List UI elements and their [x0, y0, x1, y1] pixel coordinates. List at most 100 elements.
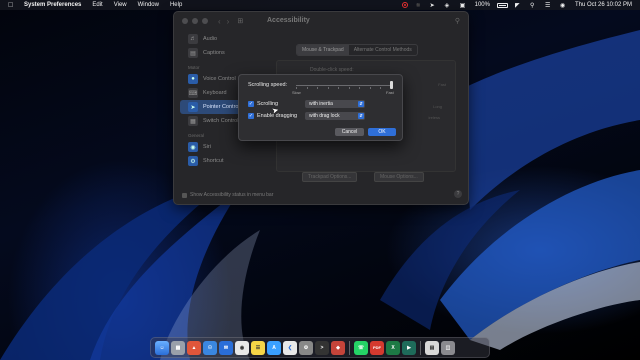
sidebar-item-siri[interactable]: ◉ Siri	[180, 140, 260, 154]
sidebar-item-audio[interactable]: ♬ Audio	[180, 32, 260, 46]
mail-icon[interactable]: ✉	[219, 340, 233, 355]
sidebar-section-motor: Motor	[188, 65, 200, 70]
app-red-icon[interactable]: ◆	[331, 340, 345, 355]
app-teal-icon[interactable]: ▶	[402, 340, 416, 355]
cancel-button[interactable]: Cancel	[335, 128, 364, 136]
chevron-updown-icon: ⇵	[358, 113, 364, 119]
trash-icon[interactable]: ◫	[441, 340, 455, 355]
enable-dragging-checkbox[interactable]: ✓	[248, 113, 254, 119]
battery-icon[interactable]	[496, 2, 508, 8]
sidebar-item-label: Pointer Control	[203, 104, 240, 110]
title-bar: ‹ › ⊞ Accessibility ⚲	[174, 12, 468, 30]
whatsapp-icon[interactable]: ☏	[354, 340, 368, 355]
show-all-grid-icon[interactable]: ⊞	[237, 17, 243, 25]
scrolling-mode-popup[interactable]: with inertia ⇵	[305, 100, 365, 108]
captions-icon: ▤	[188, 48, 198, 58]
switch-icon: ▦	[188, 116, 198, 126]
show-status-label: Show Accessibility status in menu bar	[190, 192, 274, 198]
dock-separator	[420, 340, 421, 355]
scrolling-checkbox[interactable]: ✓	[248, 101, 254, 107]
keyboard-icon: ⌨	[188, 88, 198, 98]
ok-button[interactable]: OK	[368, 128, 396, 136]
menu-edit[interactable]: Edit	[92, 2, 102, 8]
launchpad-icon[interactable]: ▦	[171, 340, 185, 355]
double-click-label: Double-click speed:	[310, 67, 354, 73]
slider-fast-label: Fast	[386, 90, 394, 95]
sidebar-item-shortcut[interactable]: ⚙ Shortcut	[180, 154, 260, 168]
screen-record-icon[interactable]	[401, 2, 408, 8]
trackpad-options-button[interactable]: Trackpad Options...	[302, 172, 358, 182]
siri-icon: ◉	[188, 142, 198, 152]
sidebar-item-label: Keyboard	[203, 90, 227, 96]
shortcut-icon: ⚙	[188, 156, 198, 166]
close-button[interactable]	[182, 18, 188, 24]
dock: ☺ ▦ ▲ ☉ ✉ ◉ ☰ A ❮ ⚙ > ◆ ☏ PDF X ▶ ▤ ◫	[150, 337, 490, 358]
apple-icon[interactable]: 	[8, 2, 16, 9]
system-preferences-icon[interactable]: ⚙	[299, 340, 313, 355]
terminal-icon[interactable]: >	[315, 340, 329, 355]
back-arrow-icon[interactable]: ‹	[218, 17, 221, 26]
menu-clock[interactable]: Thu Oct 26 10:02 PM	[575, 2, 632, 8]
app-store-icon[interactable]: A	[267, 340, 281, 355]
minimize-button[interactable]	[192, 18, 198, 24]
window-search-icon[interactable]: ⚲	[455, 17, 460, 25]
control-center-icon[interactable]: ☰	[545, 2, 553, 9]
search-icon[interactable]: ⚲	[530, 2, 538, 9]
sidebar-item-captions[interactable]: ▤ Captions	[180, 46, 260, 60]
pointer-icon: ➤	[188, 102, 198, 112]
menu-bar:  System Preferences Edit View Window He…	[0, 0, 640, 10]
menu-app-name[interactable]: System Preferences	[24, 2, 81, 8]
display-icon[interactable]: ▣	[460, 2, 468, 9]
dragging-mode-popup[interactable]: with drag lock ⇵	[305, 112, 365, 120]
menu-window[interactable]: Window	[138, 2, 159, 8]
show-status-checkbox[interactable]	[182, 192, 187, 198]
window-title: Accessibility	[267, 17, 310, 24]
sidebar-item-label: Voice Control	[203, 76, 236, 82]
speaker-icon: ♬	[188, 34, 198, 44]
notes-icon[interactable]: ☰	[251, 340, 265, 355]
wireless-label: ireless	[428, 115, 440, 120]
tab-segmented-control: Mouse & Trackpad Alternate Control Metho…	[296, 44, 418, 56]
menu-view[interactable]: View	[114, 2, 127, 8]
forward-arrow-icon[interactable]: ›	[227, 17, 230, 26]
slider-ticks	[296, 87, 392, 89]
dock-separator	[349, 340, 350, 355]
wifi-icon[interactable]: ◤	[515, 2, 523, 9]
mouse-options-button[interactable]: Mouse Options...	[374, 172, 424, 182]
document-icon[interactable]: ▤	[425, 340, 439, 355]
spring-loading-long-label: Long	[433, 104, 442, 109]
sidebar-item-label: Siri	[203, 144, 211, 150]
mouse-options-sheet: Scrolling speed: Slow Fast ✓ Scrolling w…	[238, 74, 403, 141]
scrolling-speed-label: Scrolling speed:	[248, 82, 288, 88]
excel-icon[interactable]: X	[386, 340, 400, 355]
double-click-fast-label: Fast	[438, 82, 446, 87]
sidebar-item-label: Shortcut	[203, 158, 224, 164]
menu-extra-icon[interactable]: ◾	[415, 2, 423, 9]
tab-alternate-control[interactable]: Alternate Control Methods	[349, 45, 417, 55]
scrolling-speed-knob[interactable]	[390, 81, 393, 89]
dragging-mode-value: with drag lock	[309, 113, 340, 119]
safari-icon[interactable]: ☉	[203, 340, 217, 355]
brave-icon[interactable]: ▲	[187, 340, 201, 355]
chevron-updown-icon: ⇵	[358, 101, 364, 107]
voice-control-icon: ●	[188, 74, 198, 84]
pdf-icon[interactable]: PDF	[370, 340, 384, 355]
vscode-icon[interactable]: ❮	[283, 340, 297, 355]
zoom-button[interactable]	[202, 18, 208, 24]
battery-percent: 100%	[474, 2, 490, 8]
sidebar-item-label: Switch Control	[203, 118, 239, 124]
scrolling-mode-value: with inertia	[309, 101, 333, 107]
help-button[interactable]: ?	[454, 190, 462, 198]
menu-help[interactable]: Help	[170, 2, 182, 8]
dropbox-icon[interactable]: ◈	[445, 2, 453, 9]
sidebar-item-label: Audio	[203, 36, 218, 42]
siri-menu-icon[interactable]: ◉	[560, 2, 568, 9]
slider-slow-label: Slow	[292, 90, 301, 95]
sidebar-item-label: Captions	[203, 50, 225, 56]
finder-icon[interactable]: ☺	[155, 340, 169, 355]
chrome-icon[interactable]: ◉	[235, 340, 249, 355]
scrolling-speed-slider[interactable]	[296, 85, 392, 86]
cursor-menu-icon[interactable]: ➤	[430, 2, 438, 9]
status-row: Show Accessibility status in menu bar	[182, 192, 273, 198]
tab-mouse-trackpad[interactable]: Mouse & Trackpad	[297, 45, 349, 55]
